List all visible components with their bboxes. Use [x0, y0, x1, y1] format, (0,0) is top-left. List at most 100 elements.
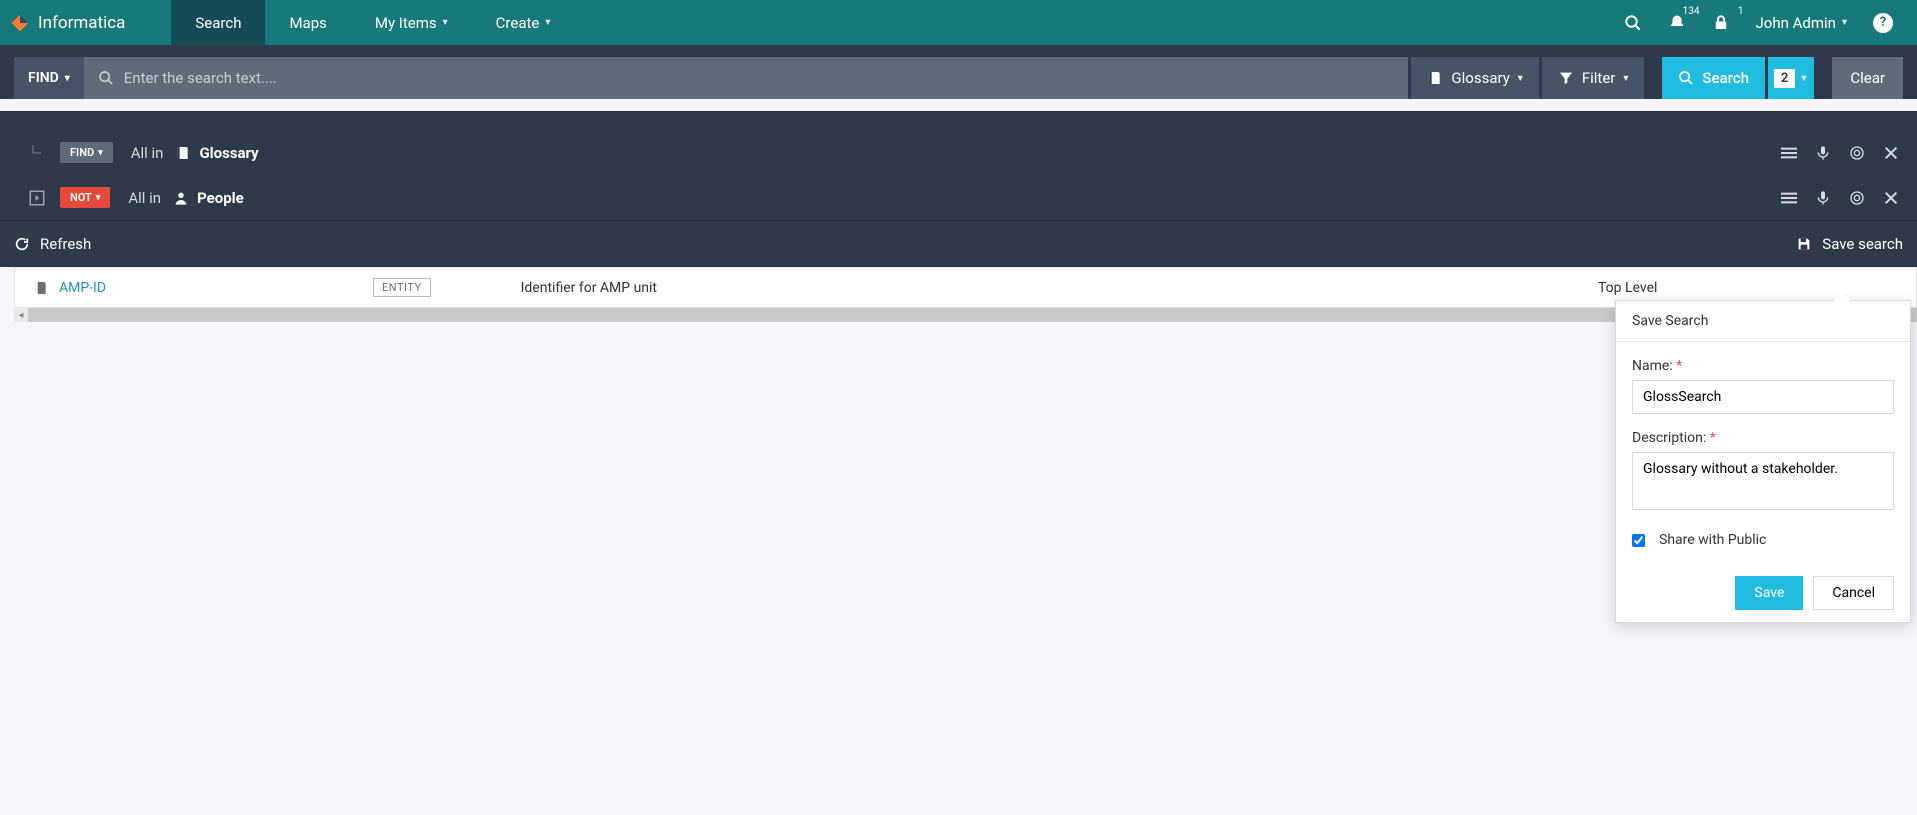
find-label: FIND	[28, 70, 59, 86]
enter-icon[interactable]	[14, 189, 60, 207]
chevron-down-icon: ▾	[545, 17, 550, 28]
share-public-checkbox[interactable]	[1632, 534, 1645, 547]
entity-tag: ENTITY	[373, 278, 431, 297]
help-icon[interactable]: ?	[1873, 13, 1893, 33]
tab-label: Create	[496, 14, 540, 32]
scope-label: People	[197, 189, 244, 207]
searchbar-wrap: FIND ▾ Glossary ▾ Filter ▾ Search 2 ▾	[0, 45, 1917, 99]
chip-label: NOT	[70, 191, 92, 204]
glossary-label: Glossary	[1451, 69, 1509, 87]
save-search-label: Save search	[1822, 235, 1903, 253]
filter-label: Filter	[1582, 69, 1616, 87]
search-count-dropdown[interactable]: 2 ▾	[1768, 57, 1814, 99]
search-icon[interactable]	[1624, 14, 1642, 32]
save-icon	[1796, 236, 1812, 252]
tree-connector-icon	[14, 145, 60, 161]
find-dropdown[interactable]: FIND ▾	[14, 57, 84, 99]
tab-create[interactable]: Create ▾	[472, 0, 575, 45]
search-icon	[1678, 70, 1694, 86]
book-icon	[175, 145, 191, 161]
filter-rows: FIND ▾ All in Glossary NOT ▾ All in Peop…	[0, 111, 1917, 220]
tab-myitems[interactable]: My Items ▾	[351, 0, 472, 45]
required-asterisk: *	[1676, 358, 1682, 374]
save-search-popover: Save Search Name: * Description: * Share…	[1615, 300, 1911, 623]
chevron-down-icon: ▾	[443, 17, 448, 28]
refresh-icon	[14, 236, 30, 252]
brand[interactable]: Informatica	[0, 0, 147, 45]
clear-label: Clear	[1850, 69, 1885, 87]
scope-people: People	[173, 189, 244, 207]
save-button[interactable]: Save	[1735, 576, 1803, 610]
search-button[interactable]: Search	[1662, 57, 1765, 99]
lock-badge: 1	[1738, 6, 1744, 17]
topnav: Informatica Search Maps My Items ▾ Create…	[0, 0, 1917, 45]
target-icon[interactable]	[1849, 145, 1865, 161]
funnel-icon	[1558, 70, 1574, 86]
find-chip[interactable]: FIND ▾	[60, 142, 113, 163]
cell-level: Top Level	[1598, 280, 1898, 296]
glossary-dropdown[interactable]: Glossary ▾	[1411, 57, 1538, 99]
close-icon[interactable]	[1883, 190, 1899, 206]
mic-icon[interactable]	[1815, 190, 1831, 206]
clear-button[interactable]: Clear	[1832, 57, 1903, 99]
tab-search[interactable]: Search	[171, 0, 265, 45]
cell-name: AMP-ID	[33, 280, 373, 296]
tab-maps[interactable]: Maps	[265, 0, 350, 45]
menu-icon[interactable]	[1781, 190, 1797, 206]
filter-dropdown[interactable]: Filter ▾	[1542, 57, 1645, 99]
chevron-down-icon: ▾	[1801, 73, 1806, 84]
searchbar: FIND ▾ Glossary ▾ Filter ▾ Search 2 ▾	[14, 57, 1903, 99]
allin-text: All in	[128, 189, 161, 207]
filter-row-people: NOT ▾ All in People	[14, 175, 1903, 220]
chevron-down-icon: ▾	[1518, 73, 1523, 84]
filter-row-glossary: FIND ▾ All in Glossary	[14, 130, 1903, 175]
tab-label: Maps	[289, 14, 326, 32]
save-search-button[interactable]: Save search	[1796, 235, 1903, 253]
not-chip[interactable]: NOT ▾	[60, 187, 110, 208]
chevron-down-icon: ▾	[98, 148, 103, 158]
tab-label: Search	[195, 14, 241, 32]
result-link[interactable]: AMP-ID	[59, 280, 106, 296]
chevron-down-icon: ▾	[96, 193, 101, 203]
user-name: John Admin	[1756, 14, 1836, 32]
logo-icon	[10, 13, 30, 33]
person-icon	[173, 190, 189, 206]
search-button-label: Search	[1702, 69, 1749, 87]
tab-label: My Items	[375, 14, 437, 32]
share-public-label: Share with Public	[1659, 532, 1766, 548]
lock-icon[interactable]: 1	[1712, 14, 1730, 32]
user-menu[interactable]: John Admin ▾	[1756, 14, 1847, 32]
search-icon	[98, 70, 114, 86]
desc-field[interactable]	[1632, 452, 1894, 510]
name-field-label: Name: *	[1632, 358, 1894, 374]
name-field[interactable]	[1632, 380, 1894, 414]
bell-icon[interactable]: 134	[1668, 14, 1686, 32]
close-icon[interactable]	[1883, 145, 1899, 161]
search-input-wrap	[84, 57, 1409, 99]
scope-glossary: Glossary	[175, 144, 258, 162]
chevron-down-icon: ▾	[1842, 17, 1847, 28]
book-icon	[1427, 70, 1443, 86]
label-text: Name:	[1632, 358, 1673, 374]
row-icons	[1781, 145, 1903, 161]
allin-text: All in	[131, 144, 164, 162]
nav-right: 134 1 John Admin ▾ ?	[1624, 0, 1917, 45]
search-count: 2	[1774, 69, 1795, 88]
cancel-button[interactable]: Cancel	[1813, 576, 1894, 610]
popover-title: Save Search	[1616, 301, 1910, 342]
menu-icon[interactable]	[1781, 145, 1797, 161]
scroll-left-icon[interactable]: ◂	[14, 308, 28, 322]
chevron-down-icon: ▾	[65, 73, 70, 84]
search-input[interactable]	[124, 69, 1395, 87]
label-text: Description:	[1632, 430, 1706, 446]
required-asterisk: *	[1710, 430, 1716, 446]
actionbar: Refresh Save search	[0, 220, 1917, 267]
target-icon[interactable]	[1849, 190, 1865, 206]
refresh-label: Refresh	[40, 235, 91, 253]
row-icons	[1781, 190, 1903, 206]
mic-icon[interactable]	[1815, 145, 1831, 161]
nav-tabs: Search Maps My Items ▾ Create ▾	[171, 0, 574, 45]
book-icon	[33, 280, 49, 296]
refresh-button[interactable]: Refresh	[14, 235, 91, 253]
notif-badge: 134	[1683, 6, 1700, 17]
